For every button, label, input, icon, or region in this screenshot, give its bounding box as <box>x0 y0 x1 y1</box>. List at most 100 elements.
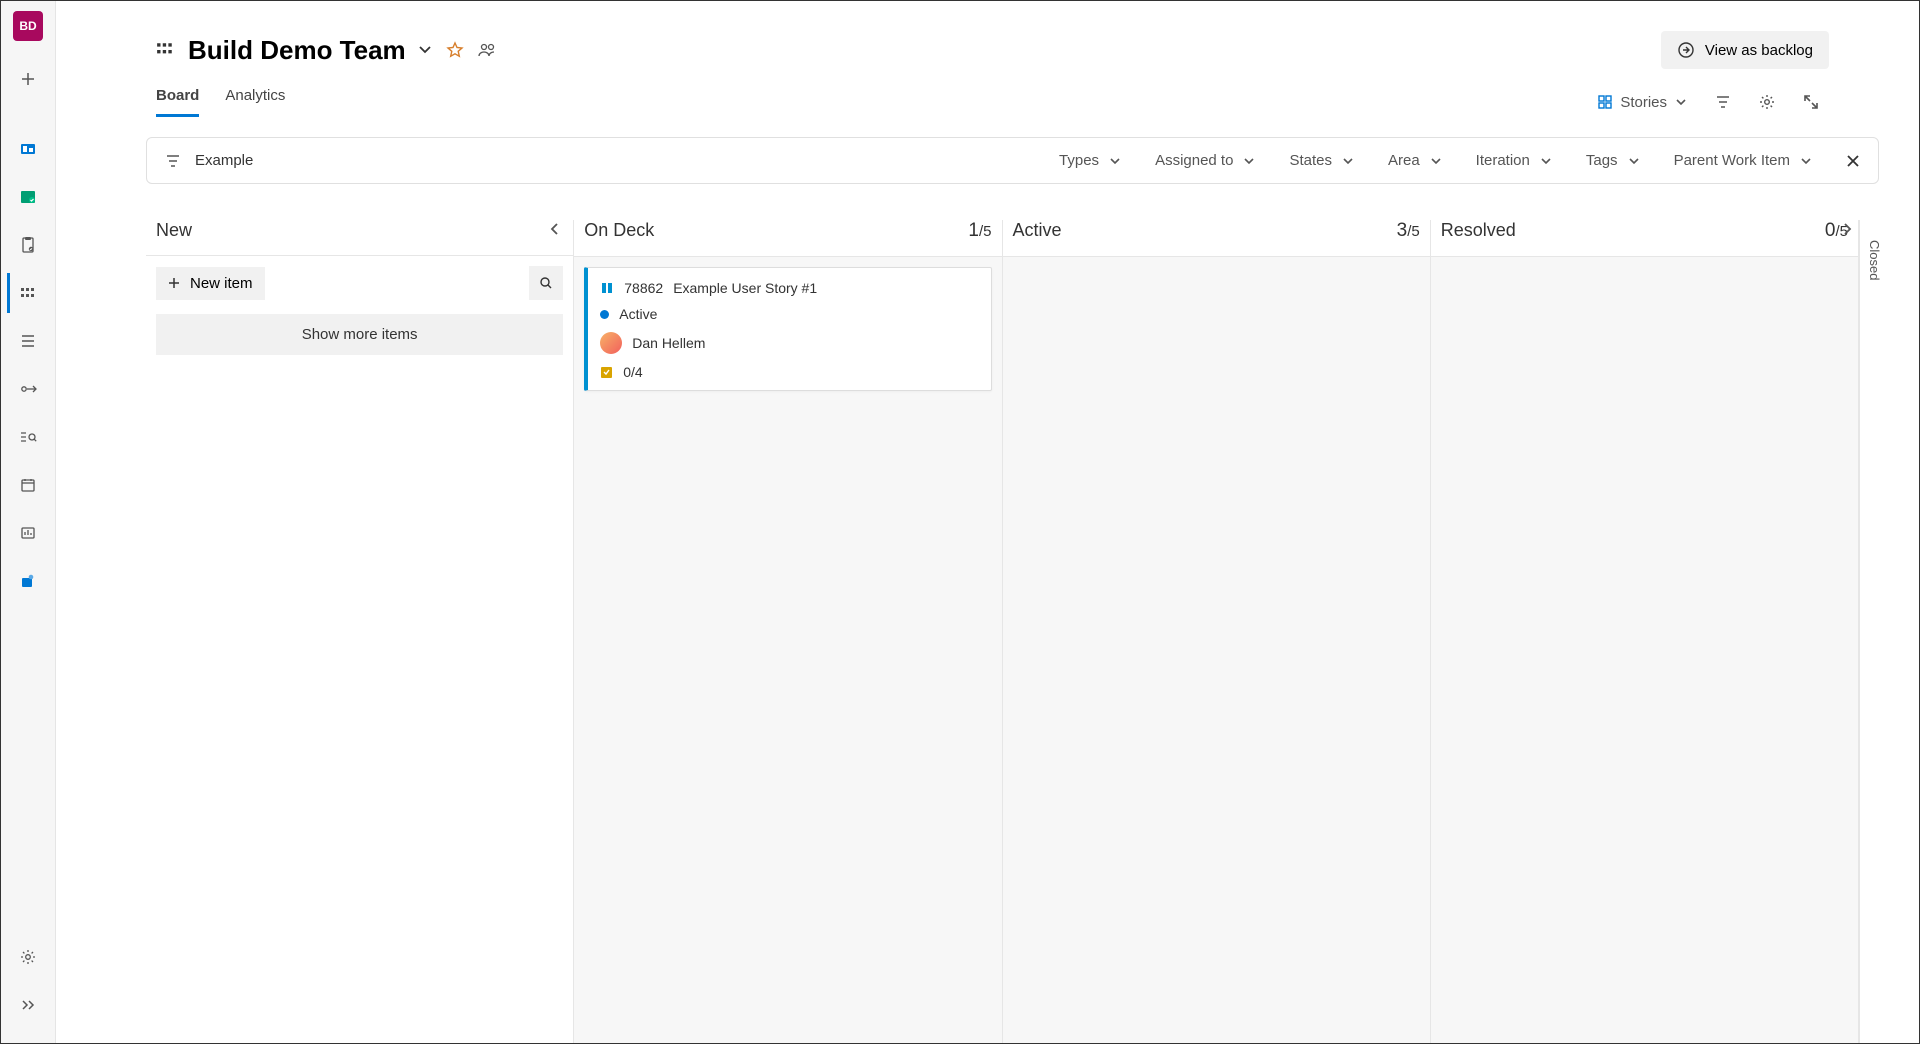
rail-plans[interactable] <box>7 465 47 505</box>
rail-queries[interactable] <box>7 417 47 457</box>
filter-assigned-to[interactable]: Assigned to <box>1155 152 1255 169</box>
rail-backlogs[interactable] <box>7 321 47 361</box>
column-on-deck: On Deck 1/5 78862 Example User Story #1 <box>574 220 1002 1043</box>
gear-icon <box>20 949 36 965</box>
close-icon <box>1846 154 1860 168</box>
query-icon <box>19 430 37 444</box>
kanban-board: New New item Show m <box>146 220 1889 1043</box>
work-item-tasks: 0/4 <box>623 364 642 380</box>
filter-iteration[interactable]: Iteration <box>1476 152 1552 169</box>
fullscreen-icon <box>1803 94 1819 110</box>
filter-toggle[interactable] <box>1715 95 1731 109</box>
tab-board[interactable]: Board <box>156 87 199 117</box>
chevron-down-icon <box>1628 157 1640 165</box>
rail-overview[interactable] <box>7 129 47 169</box>
team-picker[interactable]: Build Demo Team <box>188 35 432 66</box>
search-icon <box>539 276 553 290</box>
chevron-right-icon <box>1843 222 1853 236</box>
chevron-down-icon <box>1430 157 1442 165</box>
filter-types[interactable]: Types <box>1059 152 1121 169</box>
chart-view-icon <box>20 525 36 541</box>
rail-analytics[interactable] <box>7 513 47 553</box>
column-title: Active <box>1013 220 1062 241</box>
work-item-assignee: Dan Hellem <box>632 335 705 351</box>
sprint-icon <box>19 382 37 396</box>
column-active: Active 3/5 <box>1003 220 1431 1043</box>
checklist-icon <box>600 365 613 379</box>
filter-icon <box>165 154 181 168</box>
scroll-right-button[interactable] <box>1843 222 1853 236</box>
team-members-button[interactable] <box>478 42 498 58</box>
chevron-down-icon <box>418 45 432 55</box>
new-item-label: New item <box>190 275 253 292</box>
filter-parent[interactable]: Parent Work Item <box>1674 152 1812 169</box>
filter-keyword[interactable]: Example <box>195 152 253 169</box>
rail-work-items[interactable] <box>7 225 47 265</box>
rail-expand[interactable] <box>7 985 47 1025</box>
plus-icon <box>20 71 36 87</box>
chevron-down-icon <box>1800 157 1812 165</box>
column-search-button[interactable] <box>529 266 563 300</box>
chevron-down-icon <box>1540 157 1552 165</box>
arrow-circle-icon <box>1677 41 1695 59</box>
work-item-id: 78862 <box>624 280 663 296</box>
rail-sprints[interactable] <box>7 369 47 409</box>
chevrons-right-icon <box>20 998 36 1012</box>
user-story-icon <box>600 281 614 295</box>
filter-states[interactable]: States <box>1289 152 1354 169</box>
calendar-icon <box>20 477 36 493</box>
column-title: New <box>156 220 192 241</box>
stories-icon <box>1598 95 1612 109</box>
assignee-avatar <box>600 332 622 354</box>
column-new: New New item Show m <box>146 220 574 1043</box>
project-avatar[interactable]: BD <box>13 11 43 41</box>
collapse-column-button[interactable] <box>545 222 563 236</box>
plus-icon <box>168 277 180 289</box>
chevron-down-icon <box>1109 157 1121 165</box>
nav-rail: BD <box>1 1 56 1043</box>
dashboard-icon <box>19 140 37 158</box>
work-item-card[interactable]: 78862 Example User Story #1 Active Dan H… <box>584 267 991 391</box>
column-title: Closed <box>1867 240 1882 280</box>
page-header: Build Demo Team View as backlog <box>56 1 1919 69</box>
board-icon <box>20 285 36 301</box>
column-resolved: Resolved 0/5 <box>1431 220 1859 1043</box>
page-title: Build Demo Team <box>188 35 406 66</box>
fullscreen-toggle[interactable] <box>1803 94 1819 110</box>
rail-settings[interactable] <box>7 937 47 977</box>
rail-boards[interactable] <box>7 273 47 313</box>
rail-extension[interactable] <box>7 561 47 601</box>
main-content: Build Demo Team View as backlog Board An… <box>56 1 1919 1043</box>
chevron-down-icon <box>1243 157 1255 165</box>
rail-add[interactable] <box>7 59 47 99</box>
filter-tags[interactable]: Tags <box>1586 152 1640 169</box>
hub-tabs: Board Analytics Stories <box>56 69 1919 117</box>
favorite-toggle[interactable] <box>446 41 464 59</box>
rail-boards-hub[interactable] <box>7 177 47 217</box>
filter-icon <box>1715 95 1731 109</box>
star-icon <box>446 41 464 59</box>
new-item-button[interactable]: New item <box>156 267 265 300</box>
view-as-backlog-button[interactable]: View as backlog <box>1661 31 1829 69</box>
work-item-state: Active <box>619 306 657 322</box>
backlog-level-label: Stories <box>1620 94 1667 111</box>
chevron-down-icon <box>1342 157 1354 165</box>
backlog-level-picker[interactable]: Stories <box>1598 94 1687 111</box>
board-settings[interactable] <box>1759 94 1775 110</box>
clear-filters[interactable] <box>1846 154 1860 168</box>
column-closed-collapsed[interactable]: Closed <box>1859 220 1889 1043</box>
chevron-left-icon <box>549 222 559 236</box>
column-title: On Deck <box>584 220 654 241</box>
view-as-backlog-label: View as backlog <box>1705 42 1813 59</box>
state-dot-icon <box>600 310 609 319</box>
filter-bar: Example Types Assigned to States Area It… <box>146 137 1879 184</box>
backlog-icon <box>20 334 36 348</box>
column-wip: 1/5 <box>968 220 991 242</box>
chevron-down-icon <box>1675 98 1687 106</box>
tab-analytics[interactable]: Analytics <box>225 87 285 117</box>
clipboard-icon <box>20 236 36 254</box>
column-wip: 3/5 <box>1397 220 1420 242</box>
show-more-button[interactable]: Show more items <box>156 314 563 355</box>
gear-icon <box>1759 94 1775 110</box>
filter-area[interactable]: Area <box>1388 152 1442 169</box>
